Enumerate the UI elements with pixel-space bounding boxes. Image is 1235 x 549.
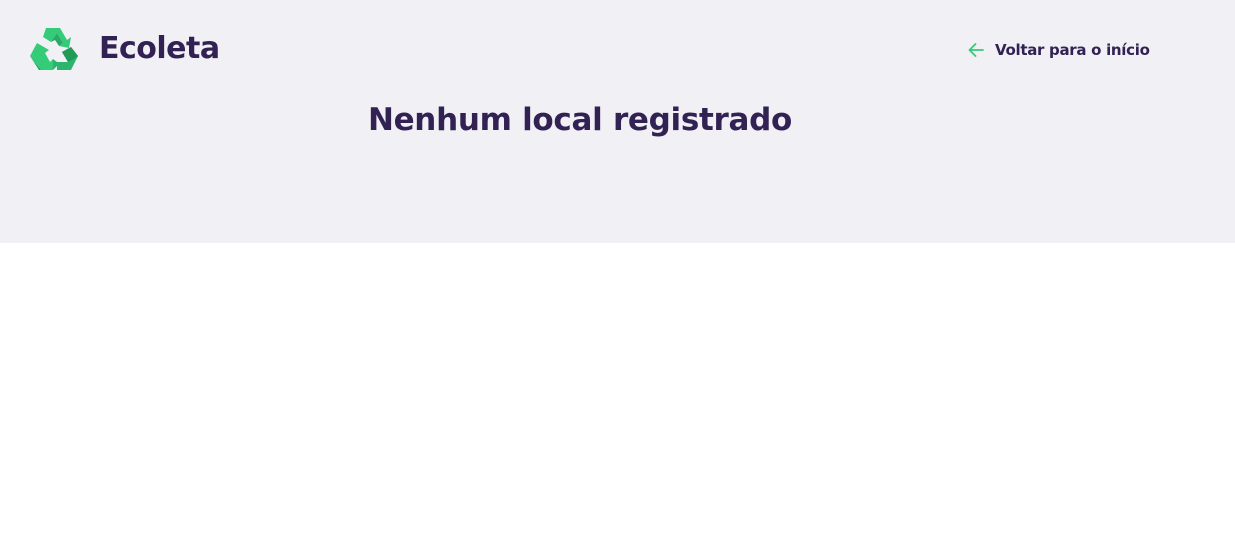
page-title: Nenhum local registrado [367,102,793,138]
app-name: Ecoleta [99,31,220,66]
recycle-icon [30,28,78,70]
back-link-label: Voltar para o início [995,41,1150,59]
back-to-home-link[interactable]: Voltar para o início [967,39,1150,61]
top-section: Ecoleta Voltar para o início Nenhum loca… [0,0,1235,243]
logo: Ecoleta [29,26,220,72]
arrow-left-icon [968,43,984,57]
